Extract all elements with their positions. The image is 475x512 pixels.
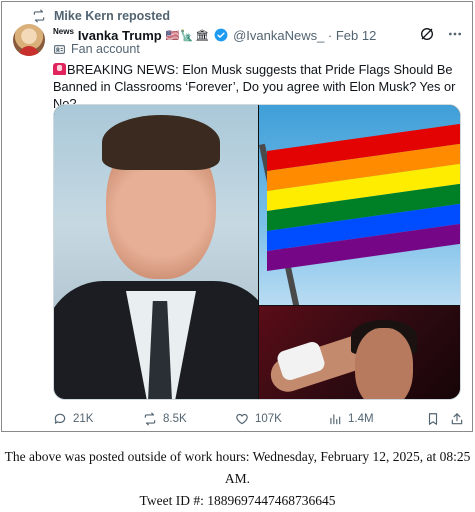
- handle-and-date[interactable]: @IvankaNews_ · Feb 12: [233, 28, 376, 43]
- news-tag: News: [53, 26, 74, 36]
- reply-button[interactable]: 21K: [53, 412, 93, 426]
- heart-icon: [236, 413, 248, 425]
- bookmark-button[interactable]: [426, 412, 440, 426]
- reply-count: 21K: [73, 413, 94, 425]
- name-flags: 🇺🇸🗽🏛: [165, 29, 211, 42]
- more-options-icon[interactable]: [447, 26, 463, 42]
- like-button[interactable]: 107K: [235, 412, 282, 426]
- action-bar: 21K 8.5K 107K 1.4M: [53, 410, 463, 428]
- footer-caption: The above was posted outside of work hou…: [0, 446, 475, 512]
- tweet-media[interactable]: [53, 104, 461, 400]
- grok-icon[interactable]: [419, 26, 435, 42]
- repost-text[interactable]: Mike Kern reposted: [54, 9, 170, 23]
- footer-line-timestamp: The above was posted outside of work hou…: [4, 449, 471, 486]
- portrait-hair: [102, 115, 220, 170]
- repost-indicator: Mike Kern reposted: [32, 8, 170, 24]
- repost-button[interactable]: 8.5K: [143, 412, 187, 426]
- avatar[interactable]: [13, 24, 45, 56]
- id-card-icon: [54, 44, 65, 54]
- repost-count: 8.5K: [163, 413, 187, 425]
- views-count: 1.4M: [348, 413, 374, 425]
- display-name[interactable]: Ivanka Trump: [78, 28, 162, 43]
- views-bar-chart-icon: [330, 414, 341, 425]
- siren-emoji-icon: [53, 63, 66, 75]
- verified-badge-icon: [214, 28, 228, 42]
- bookmark-icon: [428, 413, 438, 425]
- share-button[interactable]: [450, 412, 464, 426]
- athlete-face: [355, 328, 413, 399]
- repost-icon: [33, 9, 45, 23]
- repost-action-icon: [144, 412, 156, 426]
- reply-icon: [54, 413, 66, 424]
- pride-flag: [267, 122, 460, 272]
- footer-line-tweet-id: Tweet ID #: 1889697447468736645: [139, 493, 336, 508]
- like-count: 107K: [255, 413, 282, 425]
- fan-account-text: Fan account: [71, 42, 140, 56]
- fan-account-label: Fan account: [53, 42, 140, 56]
- share-icon: [451, 413, 463, 425]
- views-button[interactable]: 1.4M: [328, 412, 374, 426]
- media-image-athlete[interactable]: [259, 306, 460, 399]
- media-image-pride-flag[interactable]: [259, 105, 460, 305]
- media-image-portrait[interactable]: [54, 105, 258, 399]
